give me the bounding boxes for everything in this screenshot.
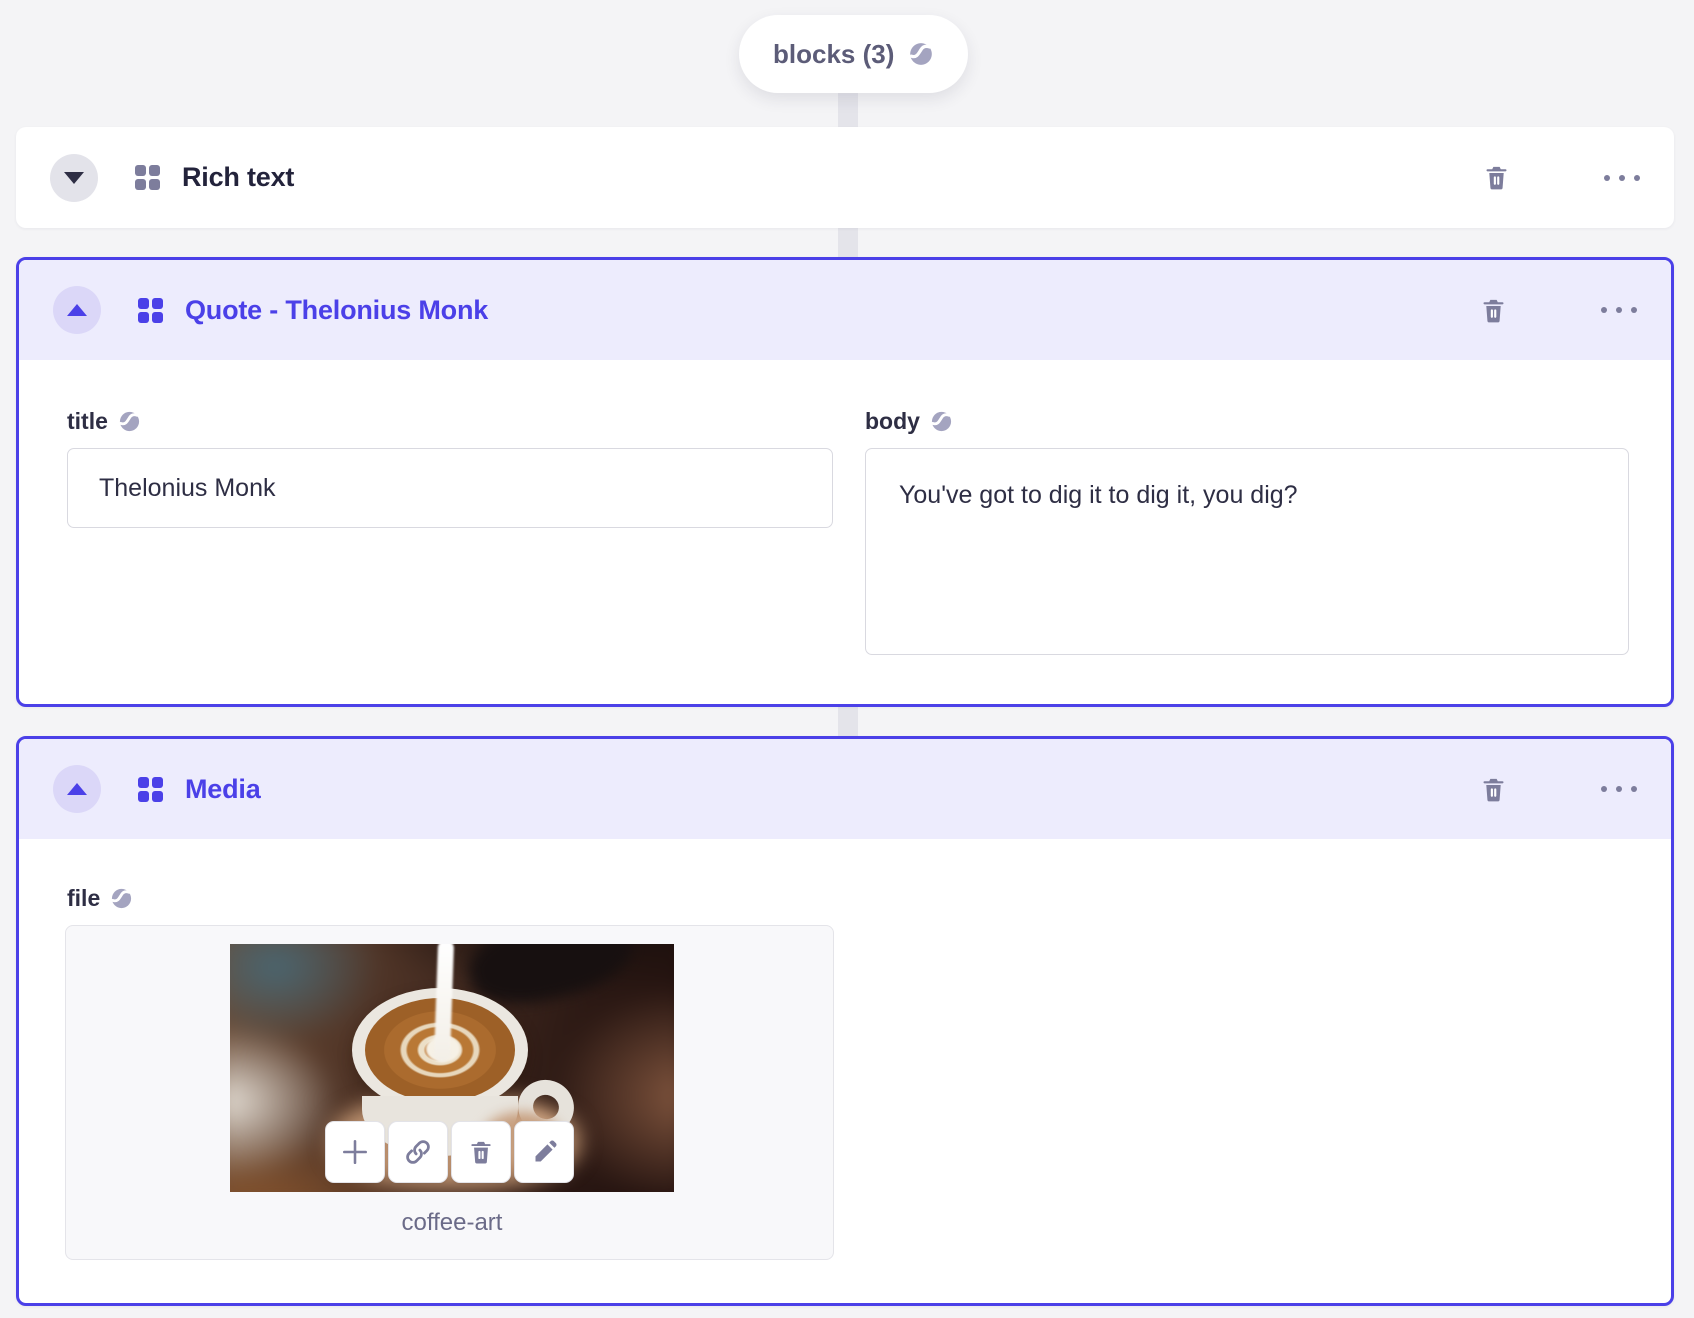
block-editor: blocks (3) Rich text Quote - Thelonius M… (0, 0, 1694, 1318)
overflow-menu-button[interactable] (1604, 174, 1640, 181)
file-preview-box: coffee-art (65, 925, 834, 1260)
block-header: Quote - Thelonius Monk (19, 260, 1671, 360)
block-header: Rich text (16, 127, 1674, 228)
delete-file-button[interactable] (451, 1121, 511, 1183)
connector-line (838, 703, 858, 736)
header-actions (1480, 772, 1637, 806)
link-button[interactable] (388, 1121, 448, 1183)
field-label-text: body (865, 408, 920, 434)
blocks-count-pill: blocks (3) (739, 15, 969, 93)
pencil-icon (535, 1139, 557, 1161)
delete-block-button[interactable] (1480, 776, 1507, 803)
field-label-file: file (67, 885, 133, 912)
blocks-icon (135, 165, 160, 190)
drag-handle[interactable] (1546, 161, 1568, 195)
plus-icon (343, 1140, 367, 1164)
trash-icon (471, 1141, 491, 1164)
drag-handle[interactable] (1543, 772, 1565, 806)
header-actions (1480, 293, 1637, 327)
blocks-count-label: blocks (3) (773, 38, 895, 69)
field-label-text: file (67, 885, 101, 911)
file-caption: coffee-art (401, 1209, 503, 1236)
collapse-toggle-button[interactable] (50, 153, 98, 202)
connector-line (838, 228, 858, 257)
globe-icon (119, 411, 139, 432)
media-toolbar (325, 1121, 574, 1183)
collapse-toggle-button[interactable] (53, 765, 101, 813)
delete-block-button[interactable] (1483, 164, 1510, 191)
block-title: Quote - Thelonius Monk (185, 294, 489, 325)
globe-icon (910, 43, 933, 65)
field-label-body: body (865, 408, 953, 435)
ellipsis-icon (1601, 786, 1637, 792)
ellipsis-icon (1601, 307, 1637, 313)
overflow-menu-button[interactable] (1601, 307, 1637, 313)
header-actions (1483, 161, 1640, 195)
field-label-title: title (67, 408, 141, 435)
trash-icon (1486, 166, 1507, 190)
trash-icon (1483, 299, 1504, 322)
chevron-up-icon (67, 304, 87, 316)
title-input[interactable] (67, 448, 833, 528)
block-card-media: Media file coffee-art (16, 736, 1674, 1306)
block-title: Media (185, 773, 261, 804)
block-title: Rich text (182, 162, 295, 192)
overflow-menu-button[interactable] (1601, 786, 1637, 792)
delete-block-button[interactable] (1480, 297, 1507, 324)
body-textarea[interactable]: You've got to dig it to dig it, you dig? (865, 448, 1629, 655)
edit-file-button[interactable] (514, 1121, 574, 1183)
chevron-up-icon (67, 783, 87, 795)
chevron-down-icon (64, 171, 84, 184)
ellipsis-icon (1604, 174, 1640, 181)
blocks-icon (138, 776, 163, 802)
link-icon (406, 1140, 430, 1164)
block-header: Media (19, 739, 1671, 839)
field-label-text: title (67, 408, 108, 434)
globe-icon (111, 888, 132, 909)
block-card-rich-text: Rich text (16, 127, 1674, 228)
upload-button[interactable] (325, 1121, 385, 1183)
collapse-toggle-button[interactable] (53, 286, 101, 334)
drag-handle[interactable] (1543, 293, 1565, 327)
trash-icon (1483, 778, 1504, 801)
block-card-quote: Quote - Thelonius Monk title Thelonius M… (16, 257, 1674, 707)
blocks-icon (138, 297, 163, 323)
globe-icon (931, 411, 952, 432)
